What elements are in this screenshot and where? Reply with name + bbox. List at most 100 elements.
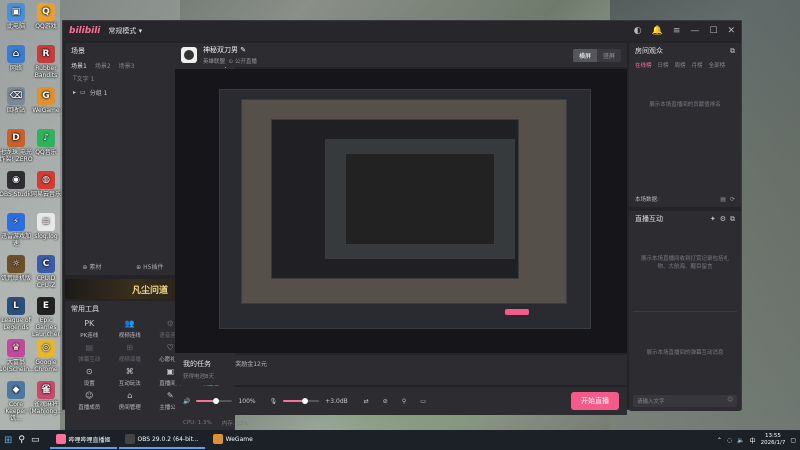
app-icon: ≡ [37,213,55,231]
desktop-icon[interactable]: ◍ 网易云音乐 [29,171,63,198]
session-data-actions: ▤ ⟳ [720,196,735,203]
tool-item[interactable]: ⌘ 互动玩法 [110,367,151,387]
taskbar-app[interactable]: 哔哩哔哩直播姬 [49,431,117,449]
tool-item[interactable]: 👥 视频连线 [110,319,151,339]
tab-all[interactable]: 全部榜 [709,61,726,69]
h5-plugin-button[interactable]: ⊕ H5插件 [136,262,163,271]
start-live-button[interactable]: 开始直播 [571,392,619,410]
task-view-icon[interactable]: ▭ [31,435,40,445]
memory-usage: 内存: 13% [221,421,249,427]
tool-item[interactable]: ▤ 弹幕互动 [69,343,110,363]
preview-nested-5 [345,153,495,245]
status-bar: CPU: 1.3% 内存: 13% [175,417,627,429]
desktop-icon[interactable]: ◎ Google Chrome [29,339,63,373]
network-icon[interactable]: ◌ [727,437,732,444]
app-icon: C [37,255,55,273]
tab-weekly[interactable]: 周榜 [675,61,686,69]
mic-slider[interactable] [283,398,320,404]
desktop-icon[interactable]: E Epic Games Launcher [29,297,63,338]
room-category[interactable]: 英雄联盟 [203,59,225,65]
popout-icon[interactable]: ⧉ [730,47,735,56]
tool-icon: PK [84,319,95,328]
speaker-icon[interactable]: 🔊 [183,398,190,405]
menu-icon[interactable]: ≡ [673,26,681,36]
mode-selector[interactable]: 常规模式 ▾ [108,26,142,36]
app-icon: R [37,45,55,63]
app-icon: ⌂ [7,45,25,63]
app-icon: ◉ [7,171,25,189]
swap-icon[interactable]: ⇄ [364,398,369,405]
settings-icon[interactable]: ⚙ [720,215,726,224]
room-title[interactable]: 神秘双刀男 [203,46,238,54]
mute-icon[interactable]: ⊘ [383,398,388,405]
pin-icon[interactable]: ⚲ [402,398,406,405]
taskbar-app-label: OBS 29.0.2 (64-bit... [137,435,199,443]
desktop-icon[interactable]: C CPUID CPU-Z [29,255,63,289]
popout-icon[interactable]: ⧉ [730,215,735,224]
volume-icon[interactable]: 🔈 [737,437,744,444]
stream-preview[interactable] [175,69,627,353]
folder-icon: ▭ [80,88,86,96]
user-avatar-icon[interactable]: ◐ [634,26,642,36]
minimize-button[interactable]: — [690,26,699,36]
magic-icon[interactable]: ✦ [710,215,716,224]
taskbar-app[interactable]: OBS 29.0.2 (64-bit... [118,431,205,449]
mic-icon[interactable]: 🎙 [270,398,278,405]
search-icon[interactable]: ⚲ [18,435,25,445]
tab-monthly[interactable]: 月榜 [692,61,703,69]
task-subtitle: 获得电池8天 [183,374,214,380]
tab-scene-1[interactable]: 场景1 [71,61,87,70]
camera-icon[interactable]: ▭ [420,398,426,405]
bilibili-logo: bilibili [69,26,101,36]
taskbar-app[interactable]: WeGame [207,431,259,449]
ime-indicator[interactable]: 中 [750,436,756,445]
tool-icon: 👥 [124,319,135,328]
tool-item[interactable]: ⌂ 房间管理 [110,391,151,411]
start-windows-icon[interactable]: ⊞ [4,435,12,446]
app-icon: G [37,87,55,105]
desktop-icon[interactable]: ≡ slog.log [29,213,63,240]
scene-panel-title: 场景 [71,47,85,55]
maximize-button[interactable]: ☐ [709,26,717,36]
refresh-icon[interactable]: ⟳ [730,196,735,203]
taskbar-app-label: 哔哩哔哩直播姬 [68,436,111,444]
tool-label: 弹幕互动 [78,357,101,363]
tool-item[interactable]: PK PK连线 [69,319,110,339]
clock[interactable]: 13:55 2026/1/7 [761,433,786,447]
desktop-icon[interactable]: Q QQ游戏 [29,3,63,30]
tool-item[interactable]: ⊞ 视频演播 [110,343,151,363]
tool-label: PK连线 [80,333,99,339]
chevron-up-icon[interactable]: ⌃ [717,437,722,444]
preview-start-button [505,309,529,315]
tool-item[interactable]: ⊙ 设置 [69,367,110,387]
app-icon: ⚡ [7,213,25,231]
close-button[interactable]: ✕ [727,26,735,36]
chat-input[interactable]: 请输入文字 ☺ [633,395,737,407]
tab-online[interactable]: 在线榜 [635,61,652,69]
add-material-button[interactable]: ⊕ 素材 [82,262,101,271]
tab-scene-2[interactable]: 场景2 [95,61,111,70]
desktop-icon[interactable]: G WeGame [29,87,63,114]
emoji-icon[interactable]: ☺ [727,397,733,403]
tool-label: 房间管理 [118,405,141,411]
desktop-icon[interactable]: ♪ QQ音乐 [29,129,63,156]
desktop-icon[interactable]: 雀雀魂麻将 (Mahjong... [29,381,63,415]
bell-icon[interactable]: 🔔 [652,26,663,36]
task-panel[interactable]: 我的任务 奖励金12元 获得电池8天 [175,355,627,385]
tab-scene-3[interactable]: 场景3 [119,61,135,70]
portrait-button[interactable]: 竖屏 [597,49,621,62]
landscape-button[interactable]: 横屏 [572,48,597,62]
chart-icon[interactable]: ▤ [720,196,726,203]
streamer-avatar[interactable] [181,47,197,63]
audience-title: 房间观众 [635,47,663,55]
notification-icon[interactable]: ▢ [790,437,796,444]
room-visibility[interactable]: 公开直播 [235,59,257,65]
desktop-icon[interactable]: R Rubber Bandits [29,45,63,79]
tab-daily[interactable]: 日榜 [658,61,669,69]
volume-slider[interactable] [196,398,233,404]
tool-label: 直播成员 [78,405,101,411]
desktop-icon-label: Rubber Bandits [34,65,58,79]
edit-icon[interactable]: ✎ [240,46,246,54]
tool-item[interactable]: ☺ 直播成员 [69,391,110,411]
app-icon: 雀 [37,381,55,399]
